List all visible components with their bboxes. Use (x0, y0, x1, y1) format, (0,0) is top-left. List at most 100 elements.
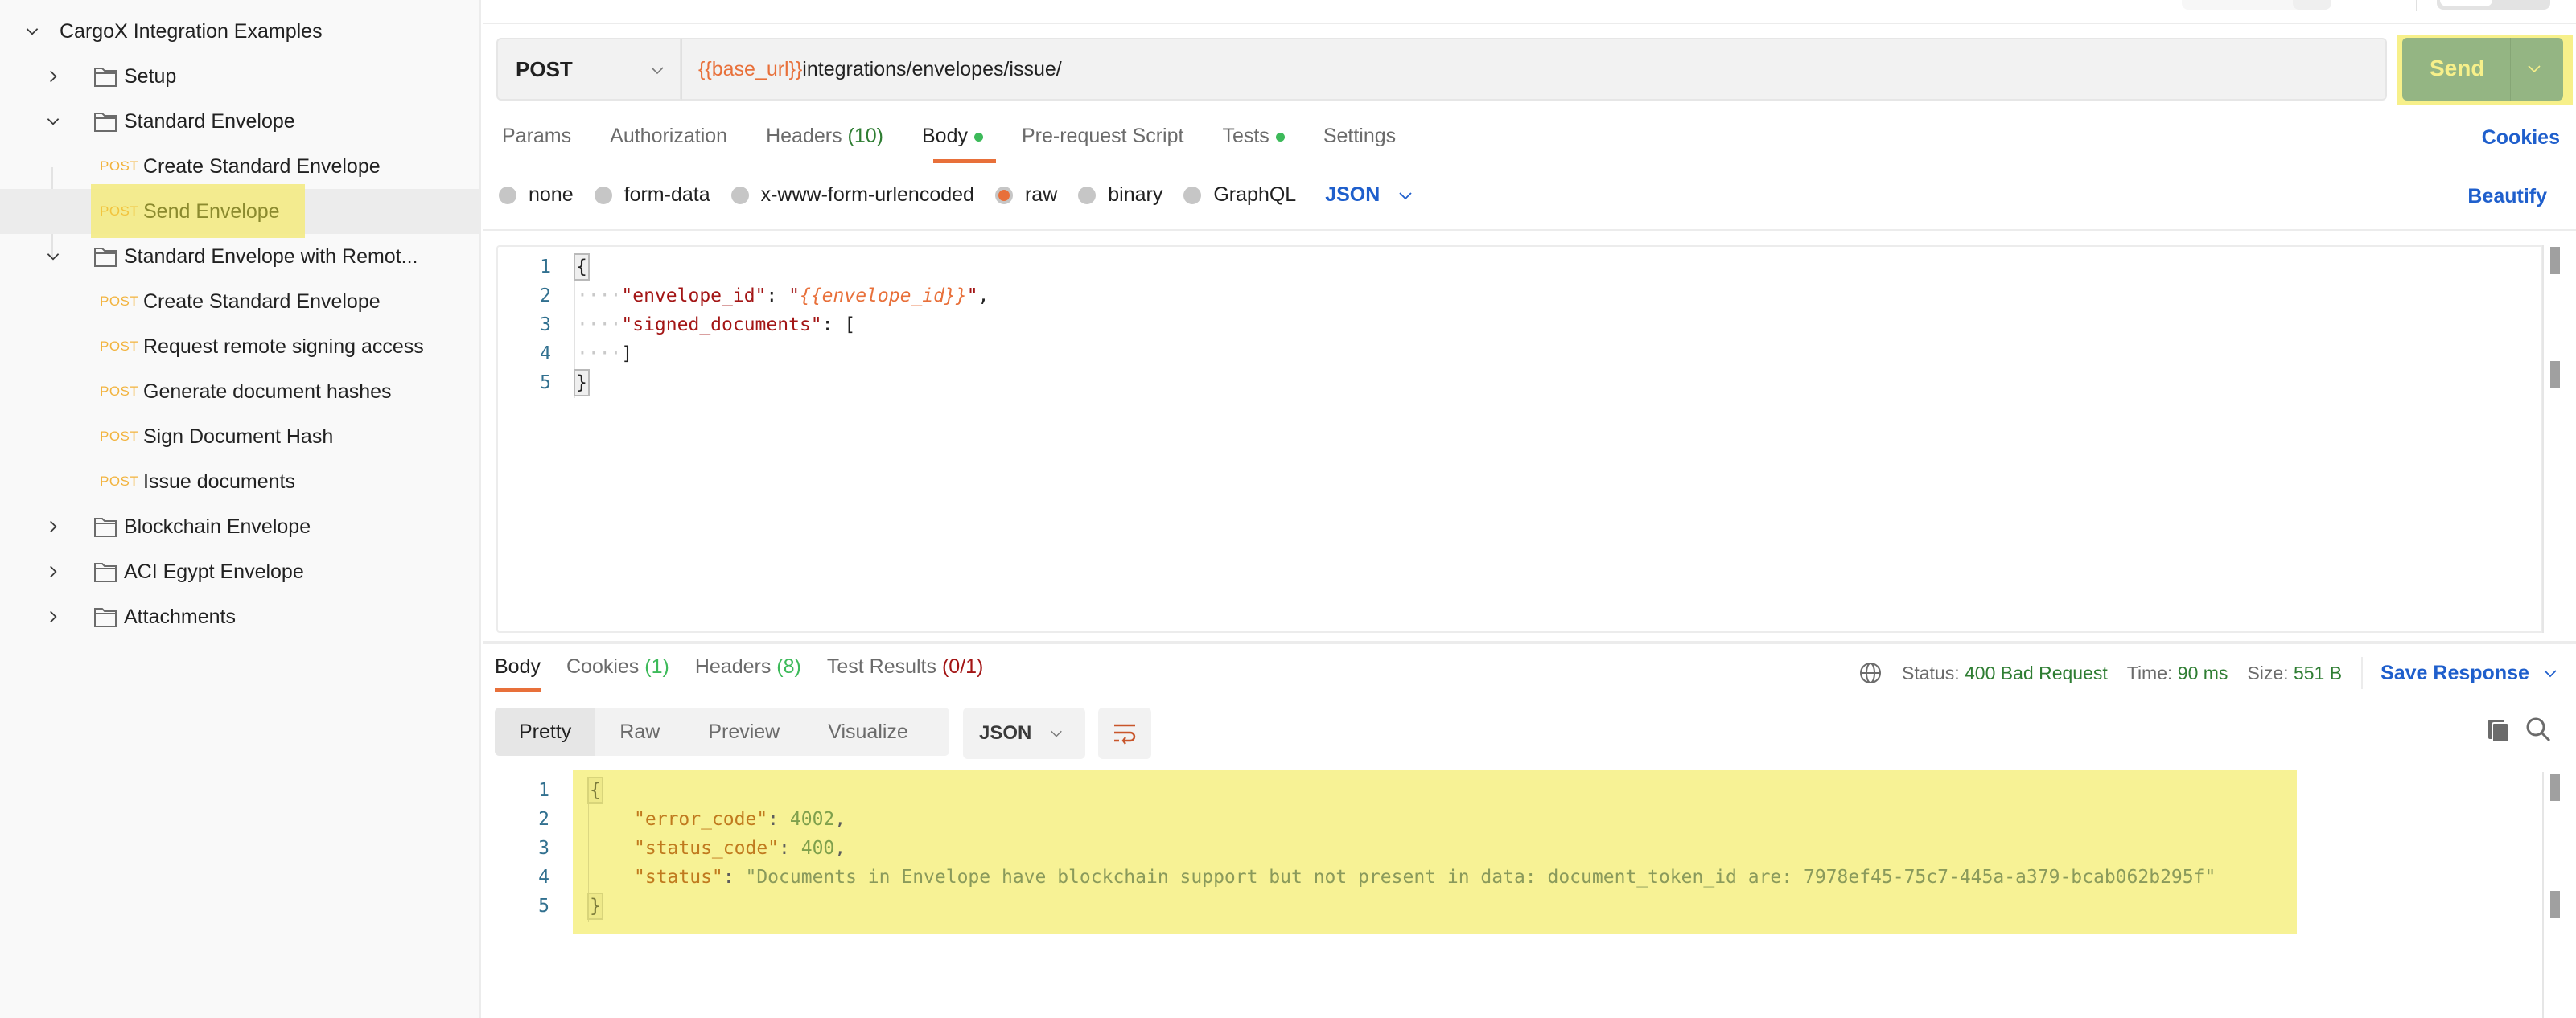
editor-scrollbar[interactable] (2542, 245, 2566, 633)
radio-x-www-form-urlencoded[interactable]: x-www-form-urlencoded (730, 183, 974, 207)
sidebar-folder-standard-envelope[interactable]: Standard Envelope (0, 99, 479, 144)
chevron-right-icon[interactable] (43, 67, 63, 86)
format-value: JSON (979, 722, 1032, 744)
view-preview[interactable]: Preview (684, 708, 804, 756)
view-raw[interactable]: Raw (595, 708, 684, 756)
chevron-right-icon[interactable] (43, 562, 63, 581)
tab-count: (10) (847, 125, 883, 147)
json-sep: : (766, 285, 789, 306)
body-format-select[interactable]: JSON (1325, 183, 1380, 207)
tab-response-body[interactable]: Body (495, 655, 541, 679)
url-input[interactable]: {{base_url}} integrations/envelopes/issue… (681, 38, 2387, 101)
beautify-button[interactable]: Beautify (2467, 185, 2547, 208)
sidebar-request[interactable]: POST Create Standard Envelope (0, 279, 479, 324)
pane-resize-handle[interactable] (483, 641, 2576, 644)
method-select[interactable]: POST (496, 38, 681, 101)
send-label: Send (2430, 55, 2485, 80)
tab-pre-request-script[interactable]: Pre-request Script (1022, 125, 1183, 157)
code-line: ····"envelope_id": "{{envelope_id}}", (577, 285, 990, 306)
cookies-link[interactable]: Cookies (2482, 126, 2560, 150)
sidebar-folder-aci-egypt-envelope[interactable]: ACI Egypt Envelope (0, 549, 479, 594)
sidebar-request[interactable]: POST Sign Document Hash (0, 414, 479, 459)
chevron-down-icon[interactable] (43, 112, 63, 131)
radio-circle (1078, 186, 1097, 204)
view-pretty[interactable]: Pretty (495, 708, 596, 756)
tab-settings[interactable]: Settings (1323, 125, 1396, 157)
tab-label: Test Results (826, 655, 937, 678)
radio-label: binary (1108, 183, 1163, 206)
tab-tests[interactable]: Tests (1222, 125, 1285, 157)
collection-root[interactable]: CargoX Integration Examples (0, 9, 479, 54)
sidebar-folder-blockchain-envelope[interactable]: Blockchain Envelope (0, 504, 479, 549)
radio-raw[interactable]: raw (994, 183, 1057, 207)
tab-test-results[interactable]: Test Results (0/1) (827, 655, 984, 679)
sidebar-folder-standard-envelope-remote[interactable]: Standard Envelope with Remot... (0, 234, 479, 279)
line-number: 5 (538, 896, 549, 917)
radio-none[interactable]: none (499, 183, 574, 207)
chevron-down-icon[interactable] (43, 247, 63, 266)
tab-params[interactable]: Params (502, 125, 571, 157)
environment-dropdown[interactable] (2293, 0, 2331, 10)
tab-count: (8) (776, 655, 801, 678)
request-label: Sign Document Hash (143, 425, 334, 448)
send-button[interactable]: Send (2402, 38, 2563, 101)
folder-label: Setup (124, 64, 177, 88)
sidebar-request-send-envelope[interactable]: POST Send Envelope (0, 184, 479, 238)
sidebar-folder-setup[interactable]: Setup (0, 54, 479, 99)
tab-headers[interactable]: Headers (10) (766, 125, 883, 157)
response-tabs: Body Cookies (1) Headers (8) Test Result… (495, 655, 1009, 679)
code-line: } (587, 893, 603, 920)
time-value: 90 ms (2177, 662, 2228, 683)
radio-label: x-www-form-urlencoded (760, 183, 974, 206)
view-visualize[interactable]: Visualize (804, 708, 932, 756)
scrollbar-thumb[interactable] (2550, 247, 2560, 274)
chevron-right-icon[interactable] (43, 607, 63, 626)
save-response-button[interactable]: Save Response (2381, 662, 2529, 685)
toolbar-divider (2416, 0, 2417, 11)
brace-match: } (574, 369, 590, 396)
sidebar-folder-attachments[interactable]: Attachments (0, 594, 479, 639)
sidebar-request[interactable]: POST Generate document hashes (0, 369, 479, 414)
tab-body[interactable]: Body (922, 125, 983, 157)
tab-response-headers[interactable]: Headers (8) (695, 655, 801, 679)
tab-label: Pre-request Script (1021, 125, 1184, 147)
radio-label: form-data (623, 183, 710, 206)
globe-icon[interactable] (1858, 661, 1883, 685)
chevron-right-icon[interactable] (43, 517, 63, 536)
search-icon[interactable] (2525, 716, 2552, 743)
sidebar-request[interactable]: POST Issue documents (0, 459, 479, 504)
tab-response-cookies[interactable]: Cookies (1) (566, 655, 669, 679)
response-body-viewer[interactable]: 1 2 3 4 5 { "error_code": 4002, "status_… (483, 770, 2542, 939)
wrap-lines-button[interactable] (1098, 708, 1151, 759)
json-punct: , (977, 285, 990, 306)
json-quote: " (788, 285, 800, 306)
request-label: Create Standard Envelope (143, 154, 381, 178)
radio-form-data[interactable]: form-data (594, 183, 710, 207)
line-number: 2 (538, 809, 549, 830)
response-format-select[interactable]: JSON (963, 708, 1085, 759)
status-value: 400 Bad Request (1965, 662, 2108, 683)
copy-icon[interactable] (2486, 717, 2512, 743)
chevron-down-icon[interactable] (2526, 60, 2542, 76)
method-badge: POST (100, 203, 139, 219)
request-body-editor[interactable]: 1 2 3 4 5 { ····"envelope_id": "{{envelo… (496, 245, 2542, 633)
json-number: 400 (800, 838, 835, 859)
tab-authorization[interactable]: Authorization (610, 125, 727, 157)
radio-graphql[interactable]: GraphQL (1183, 183, 1296, 207)
response-scrollbar[interactable] (2542, 772, 2566, 1018)
wrap-lines-icon (1114, 724, 1136, 745)
code-line: "status_code": 400, (634, 838, 846, 859)
chevron-down-icon[interactable] (23, 22, 42, 41)
time-label: Time: (2126, 662, 2173, 683)
chevron-down-icon[interactable] (1397, 187, 1414, 203)
tab-label: Headers (694, 655, 772, 678)
sidebar-request-create-standard-envelope[interactable]: POST Create Standard Envelope (0, 144, 479, 189)
radio-circle (594, 186, 612, 204)
chevron-down-icon[interactable] (2542, 665, 2558, 681)
scrollbar-thumb[interactable] (2550, 774, 2560, 801)
code-line: ····] (577, 343, 633, 364)
json-number: 4002 (789, 809, 835, 830)
radio-binary[interactable]: binary (1078, 183, 1162, 207)
folder-label: Attachments (124, 605, 236, 628)
sidebar-request[interactable]: POST Request remote signing access (0, 324, 479, 369)
